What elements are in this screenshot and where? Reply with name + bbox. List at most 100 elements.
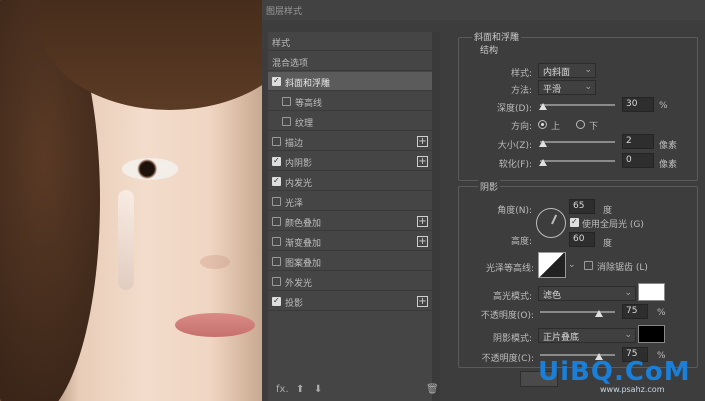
style-item-checkbox[interactable] <box>272 296 281 306</box>
highlight-mode-value: 滤色 <box>543 291 562 301</box>
chevron-down-icon: ⌄ <box>584 65 592 75</box>
style-item-checkbox[interactable] <box>282 117 291 126</box>
style-item[interactable]: 投影 + <box>268 292 432 311</box>
style-item-checkbox[interactable] <box>272 277 281 286</box>
gloss-contour-preview[interactable] <box>538 252 566 278</box>
soften-slider[interactable] <box>540 160 615 162</box>
add-effect-icon[interactable]: + <box>417 136 428 147</box>
styles-scrollbar[interactable] <box>432 32 440 401</box>
style-item-label: 描边 <box>285 139 304 149</box>
technique-label: 方法: <box>510 86 532 96</box>
dialog-title: 图层样式 <box>266 7 303 17</box>
add-effect-icon[interactable]: + <box>417 296 428 307</box>
style-item[interactable]: 图案叠加 <box>268 252 432 271</box>
style-item-checkbox[interactable] <box>272 176 281 186</box>
style-item[interactable]: 内发光 <box>268 172 432 191</box>
photo-tear <box>118 190 134 290</box>
soften-input[interactable]: 0 <box>622 153 654 168</box>
highlight-opacity-slider[interactable] <box>540 311 615 313</box>
style-item-checkbox[interactable] <box>272 197 281 206</box>
style-select[interactable]: 内斜面 ⌄ <box>538 63 596 78</box>
antialias-checkbox[interactable] <box>584 261 593 270</box>
style-item-label: 投影 <box>285 299 304 309</box>
style-item[interactable]: 斜面和浮雕 <box>268 72 432 91</box>
dialog-body: 样式混合选项斜面和浮雕等高线纹理描边+内阴影+内发光光泽颜色叠加+渐变叠加+图案… <box>262 20 705 401</box>
soften-unit: 像素 <box>659 160 678 170</box>
highlight-opacity-unit: % <box>657 308 666 318</box>
style-item[interactable]: 颜色叠加 + <box>268 212 432 231</box>
shadow-color-swatch[interactable] <box>638 325 665 343</box>
global-light-checkbox[interactable] <box>570 217 579 227</box>
size-slider[interactable] <box>540 141 615 143</box>
move-up-icon[interactable]: ⬆ <box>296 384 304 395</box>
add-effect-icon[interactable]: + <box>417 236 428 247</box>
style-item-label: 等高线 <box>295 99 323 109</box>
angle-label: 角度(N): <box>497 206 532 216</box>
chevron-down-icon: ⌄ <box>624 330 632 340</box>
styles-toolbar: fx. ⬆ ⬇ 🗑 <box>274 384 439 398</box>
angle-unit: 度 <box>603 206 613 216</box>
soften-slider-thumb[interactable] <box>539 159 547 166</box>
style-item-label: 颜色叠加 <box>285 219 322 229</box>
size-input[interactable]: 2 <box>622 134 654 149</box>
trash-icon[interactable]: 🗑 <box>426 384 439 395</box>
direction-up-radio[interactable] <box>538 120 547 129</box>
style-item-checkbox[interactable] <box>272 137 281 146</box>
depth-input[interactable]: 30 <box>622 97 654 112</box>
depth-label: 深度(D): <box>497 104 532 114</box>
highlight-opacity-thumb[interactable] <box>595 310 603 317</box>
style-item-checkbox[interactable] <box>272 217 281 226</box>
technique-select[interactable]: 平滑 ⌄ <box>538 80 596 95</box>
highlight-mode-select[interactable]: 滤色 ⌄ <box>538 286 636 301</box>
style-item-checkbox[interactable] <box>272 237 281 246</box>
style-item[interactable]: 混合选项 <box>268 52 432 71</box>
style-item-label: 光泽 <box>285 199 304 209</box>
style-item[interactable]: 描边 + <box>268 132 432 151</box>
style-item-label: 图案叠加 <box>285 259 322 269</box>
altitude-input[interactable]: 60 <box>569 232 595 247</box>
style-item-label: 纹理 <box>295 119 314 129</box>
shadow-mode-label: 阴影模式: <box>492 334 532 344</box>
altitude-unit: 度 <box>603 239 613 249</box>
style-item[interactable]: 光泽 <box>268 192 432 211</box>
direction-down-radio[interactable] <box>576 120 585 129</box>
style-item[interactable]: 内阴影 + <box>268 152 432 171</box>
style-item[interactable]: 外发光 <box>268 272 432 291</box>
style-item[interactable]: 渐变叠加 + <box>268 232 432 251</box>
style-item-label: 内发光 <box>285 179 313 189</box>
angle-input[interactable]: 65 <box>569 199 595 214</box>
size-slider-thumb[interactable] <box>539 140 547 147</box>
style-label: 样式: <box>510 69 532 79</box>
structure-title: 结构 <box>478 43 501 56</box>
style-item-checkbox[interactable] <box>272 156 281 166</box>
antialias-label: 消除锯齿 (L) <box>597 263 648 273</box>
style-item-label: 样式 <box>272 39 291 49</box>
style-item-label: 渐变叠加 <box>285 239 322 249</box>
add-effect-icon[interactable]: + <box>417 216 428 227</box>
move-down-icon[interactable]: ⬇ <box>314 384 322 395</box>
style-item[interactable]: 纹理 <box>268 112 432 131</box>
add-effect-icon[interactable]: + <box>417 156 428 167</box>
style-item-label: 斜面和浮雕 <box>285 79 331 89</box>
shadow-opacity-label: 不透明度(C): <box>481 354 534 364</box>
size-unit: 像素 <box>659 141 678 151</box>
chevron-down-icon[interactable]: ⌄ <box>568 260 576 270</box>
depth-slider[interactable] <box>540 104 615 106</box>
style-item[interactable]: 等高线 <box>268 92 432 111</box>
highlight-mode-label: 高光模式: <box>492 292 532 302</box>
shading-title: 阴影 <box>478 180 501 193</box>
photo-lips <box>175 313 255 337</box>
depth-slider-thumb[interactable] <box>539 103 547 110</box>
dialog-titlebar[interactable]: 图层样式 <box>262 0 705 20</box>
style-item[interactable]: 样式 <box>268 32 432 51</box>
gloss-contour-label: 光泽等高线: <box>485 264 534 274</box>
style-item-checkbox[interactable] <box>272 257 281 266</box>
angle-dial[interactable] <box>536 208 566 238</box>
shadow-mode-select[interactable]: 正片叠底 ⌄ <box>538 328 636 343</box>
highlight-color-swatch[interactable] <box>638 283 665 301</box>
style-item-checkbox[interactable] <box>272 76 281 86</box>
fx-icon[interactable]: fx. <box>276 384 289 395</box>
style-item-checkbox[interactable] <box>282 97 291 106</box>
highlight-opacity-input[interactable]: 75 <box>622 304 648 319</box>
shadow-opacity-slider[interactable] <box>540 354 615 356</box>
